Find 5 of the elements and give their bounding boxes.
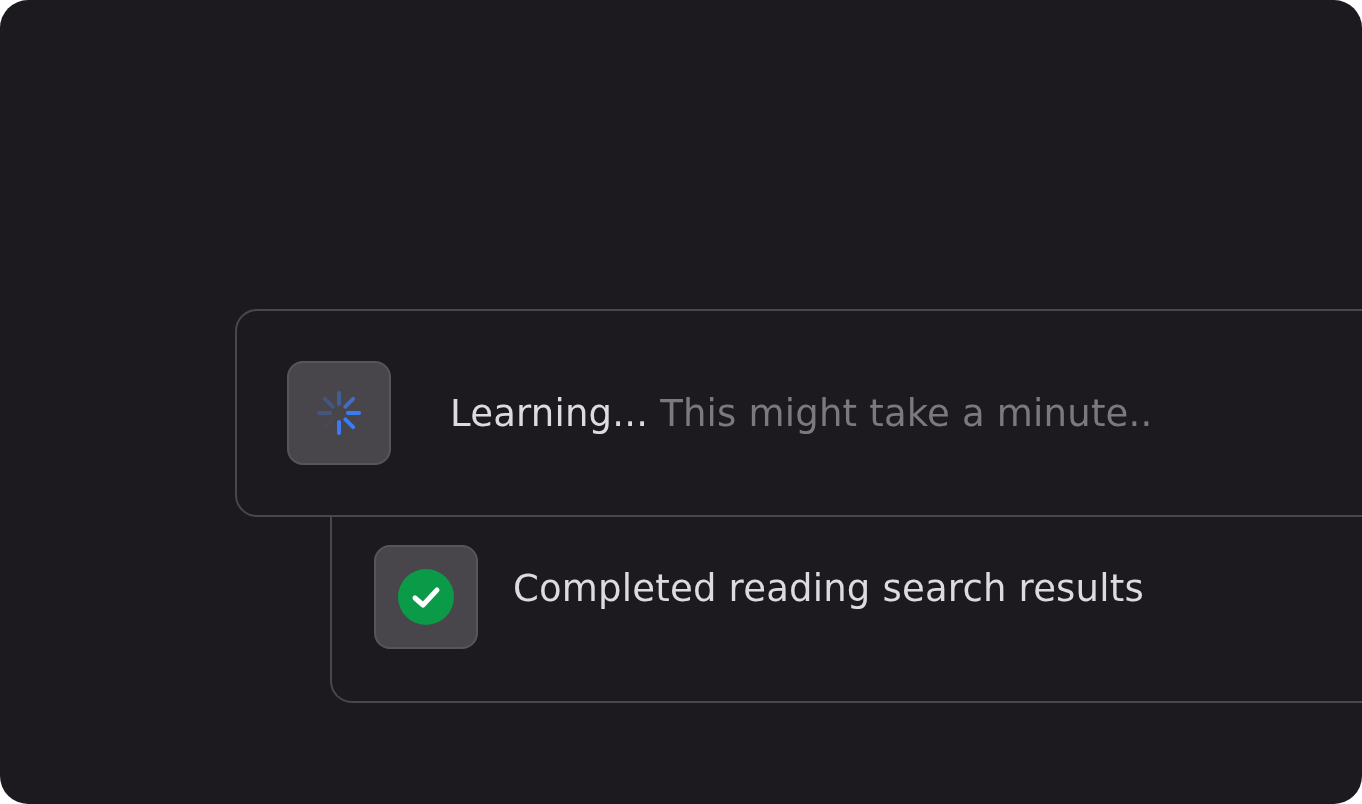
spinner-icon bbox=[287, 361, 391, 465]
status-detail: This might take a minute.. bbox=[660, 391, 1153, 435]
status-title: Completed reading search results bbox=[513, 567, 1144, 610]
check-icon bbox=[374, 545, 478, 649]
status-title: Learning... bbox=[450, 391, 649, 435]
